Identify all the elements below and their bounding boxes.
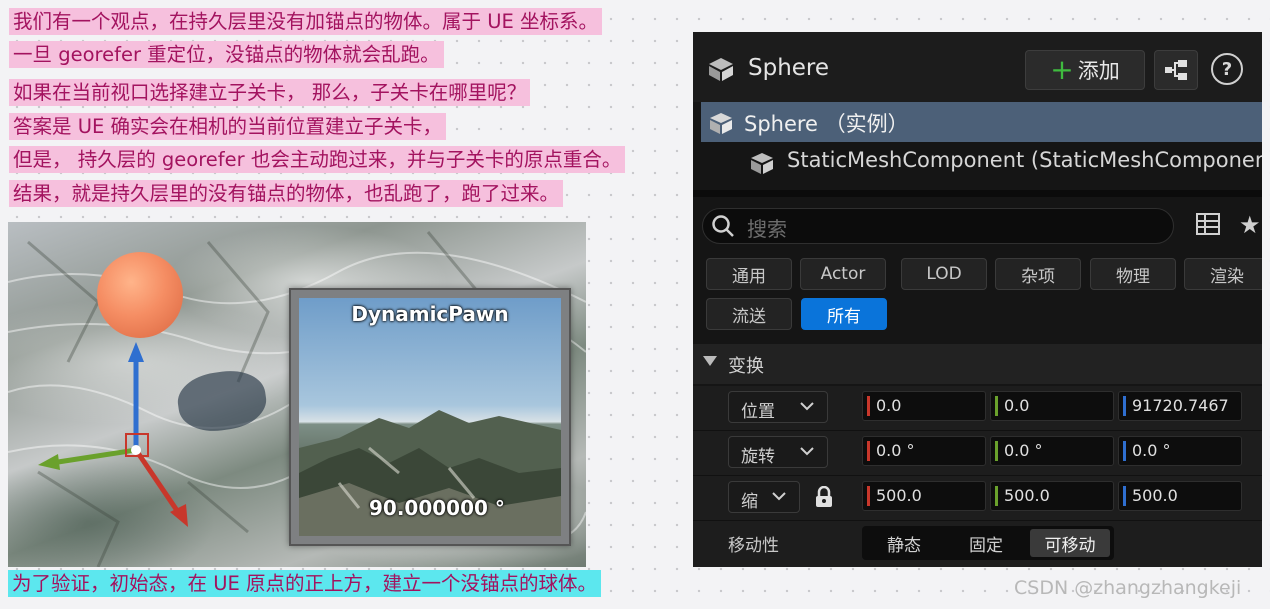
tab-actor[interactable]: Actor [800, 258, 886, 290]
scale-y-field[interactable]: 500.0 [990, 481, 1114, 511]
note-line-5: 但是， 持久层的 georefer 也会主动跑过来，并与子关卡的原点重合。 [9, 146, 626, 173]
rotation-z-field[interactable]: 0.0 ° [1118, 436, 1242, 466]
chevron-down-icon [772, 492, 786, 501]
note-line-3: 如果在当前视口选择建立子关卡， 那么，子关卡在哪里呢？ [9, 79, 531, 106]
details-title: Sphere [748, 55, 830, 81]
actor-cube-icon [710, 113, 732, 134]
table-view-icon[interactable] [1196, 213, 1220, 235]
mobility-row: 移动性 静态 固定 可移动 [693, 521, 1262, 567]
x-axis-arrow[interactable] [133, 448, 188, 527]
location-label: 位置 [741, 402, 775, 422]
y-axis-arrow[interactable] [38, 447, 137, 470]
tab-physics[interactable]: 物理 [1090, 258, 1176, 290]
mobility-stationary-option[interactable]: 固定 [948, 529, 1024, 557]
mobility-static-option[interactable]: 静态 [866, 529, 942, 557]
location-dropdown[interactable]: 位置 [728, 391, 828, 423]
mobility-toggle-group: 静态 固定 可移动 [862, 526, 1114, 560]
camera-preview: DynamicPawn 90.000000 ° [289, 288, 571, 546]
search-placeholder: 搜索 [747, 217, 787, 241]
transform-section-title: 变换 [728, 356, 764, 377]
details-search-input[interactable]: 搜索 [702, 208, 1174, 244]
panel-divider [693, 190, 1262, 197]
scale-z-field[interactable]: 500.0 [1118, 481, 1242, 511]
scale-dropdown[interactable]: 缩 [728, 481, 800, 513]
z-axis-arrow[interactable] [128, 342, 144, 447]
component-tree-item-label: StaticMeshComponent (StaticMeshComponent… [787, 148, 1262, 172]
gizmo-center[interactable] [131, 445, 141, 455]
mobility-movable-option[interactable]: 可移动 [1030, 529, 1110, 557]
add-button-label: 添加 [1077, 59, 1120, 83]
actor-cube-icon [709, 58, 733, 81]
lock-icon[interactable] [815, 486, 833, 508]
viewport-scene: DynamicPawn 90.000000 ° [8, 222, 586, 567]
location-z-field[interactable]: 91720.7467 [1118, 391, 1242, 421]
location-y-field[interactable]: 0.0 [990, 391, 1114, 421]
plus-icon: + [1050, 53, 1074, 86]
component-tree-item-mesh[interactable]: StaticMeshComponent (StaticMeshComponent… [693, 144, 1262, 182]
rotation-label: 旋转 [741, 447, 775, 467]
tab-all[interactable]: 所有 [801, 298, 887, 330]
favorites-star-icon[interactable]: ★ [1239, 211, 1261, 239]
tab-general[interactable]: 通用 [706, 258, 792, 290]
collapse-triangle-icon [703, 356, 717, 366]
scale-row: 缩 500.0 500.0 500.0 [693, 476, 1262, 521]
details-panel: Sphere + 添加 ? Sphere （实例） StaticMeshComp… [693, 32, 1262, 567]
help-icon[interactable]: ? [1211, 53, 1243, 85]
search-icon [712, 215, 734, 237]
note-line-1: 我们有一个观点，在持久层里没有加锚点的物体。属于 UE 坐标系。 [9, 8, 602, 35]
scale-label: 缩 [741, 492, 758, 512]
note-line-6: 结果，就是持久层里的没有锚点的物体，也乱跑了，跑了过来。 [9, 180, 564, 207]
component-tree-item-label: Sphere （实例） [744, 112, 909, 136]
camera-preview-view: DynamicPawn 90.000000 ° [299, 298, 561, 536]
caption: 为了验证，初始态，在 UE 原点的正上方，建立一个没锚点的球体。 [8, 570, 601, 597]
location-row: 位置 0.0 0.0 91720.7467 [693, 386, 1262, 431]
preview-angle-readout: 90.000000 ° [369, 496, 505, 520]
component-tree-item-actor[interactable]: Sphere （实例） [701, 102, 1262, 142]
transform-section-header[interactable]: 变换 [693, 344, 1262, 384]
note-line-2: 一旦 georefer 重定位，没锚点的物体就会乱跑。 [9, 41, 444, 68]
location-x-field[interactable]: 0.0 [862, 391, 986, 421]
chevron-down-icon [800, 447, 814, 456]
hierarchy-icon [1165, 60, 1187, 80]
tab-misc[interactable]: 杂项 [995, 258, 1081, 290]
rotation-x-field[interactable]: 0.0 ° [862, 436, 986, 466]
tab-rendering[interactable]: 渲染 [1184, 258, 1262, 290]
tab-streaming[interactable]: 流送 [706, 298, 792, 330]
rotation-dropdown[interactable]: 旋转 [728, 436, 828, 468]
rotation-y-field[interactable]: 0.0 ° [990, 436, 1114, 466]
static-mesh-icon [751, 153, 773, 174]
rotation-row: 旋转 0.0 ° 0.0 ° 0.0 ° [693, 431, 1262, 476]
mobility-label: 移动性 [728, 536, 779, 556]
add-component-button[interactable]: + 添加 [1025, 50, 1145, 90]
note-line-4: 答案是 UE 确实会在相机的当前位置建立子关卡， [9, 113, 446, 140]
watermark: CSDN @zhangzhangkeji [1014, 577, 1242, 599]
scale-x-field[interactable]: 500.0 [862, 481, 986, 511]
preview-title: DynamicPawn [351, 302, 509, 326]
details-header: Sphere + 添加 ? [693, 32, 1262, 102]
chevron-down-icon [800, 402, 814, 411]
blueprint-button[interactable] [1154, 50, 1198, 90]
tab-lod[interactable]: LOD [901, 258, 987, 290]
